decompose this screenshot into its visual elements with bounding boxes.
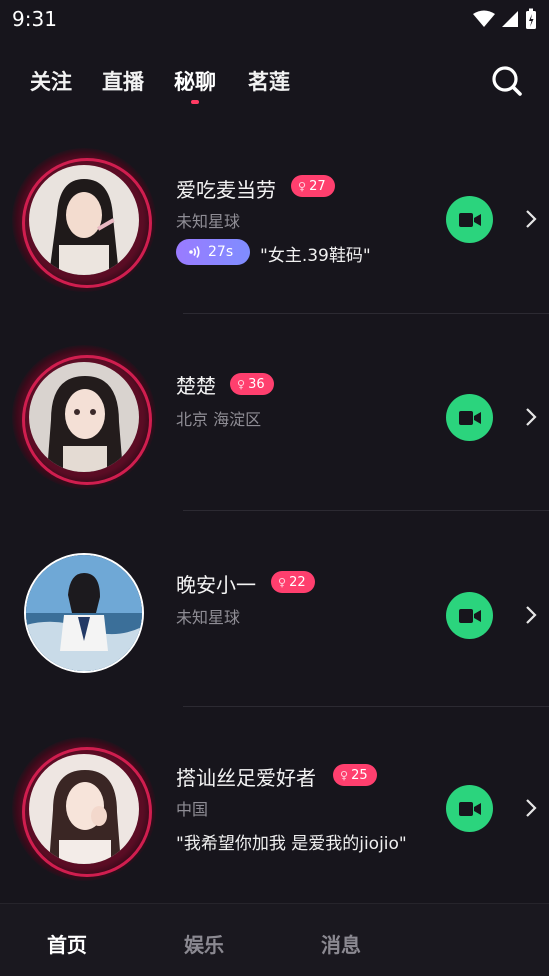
video-camera-icon [458, 608, 481, 623]
status-icons [473, 8, 537, 30]
female-symbol-icon: ♀ [340, 768, 349, 782]
voice-message-chip[interactable]: 27s [176, 239, 250, 265]
search-button[interactable] [490, 64, 524, 98]
divider [183, 313, 549, 314]
tab-follow[interactable]: 关注 [30, 66, 72, 96]
avatar[interactable] [29, 362, 139, 472]
status-bar: 9:31 [0, 0, 549, 38]
chevron-right-icon[interactable] [522, 406, 540, 428]
level-badge: ♀ 27 [291, 175, 335, 197]
avatar[interactable] [29, 165, 139, 275]
active-tab-indicator [191, 100, 199, 104]
bottom-nav-entertainment[interactable]: 娱乐 [184, 929, 224, 958]
video-call-button[interactable] [446, 785, 493, 832]
avatar-frame [12, 541, 156, 685]
bottom-nav-home[interactable]: 首页 [47, 929, 87, 958]
list-item[interactable]: 爱吃麦当劳 ♀ 27 未知星球 27s "女主.39鞋码" [0, 118, 549, 314]
signal-icon [502, 11, 518, 27]
user-name: 晚安小一 [176, 573, 256, 597]
female-symbol-icon: ♀ [298, 179, 307, 193]
chevron-right-icon[interactable] [522, 797, 540, 819]
video-camera-icon [458, 212, 481, 227]
video-call-button[interactable] [446, 196, 493, 243]
wifi-icon [473, 10, 495, 27]
search-icon [492, 66, 522, 96]
avatar[interactable] [24, 553, 144, 673]
avatar[interactable] [29, 754, 139, 864]
chevron-right-icon[interactable] [522, 208, 540, 230]
voice-wave-icon [189, 246, 200, 258]
video-call-button[interactable] [446, 394, 493, 441]
level-badge: ♀ 36 [230, 373, 274, 395]
bottom-nav-bar: 首页 娱乐 消息 [0, 903, 549, 976]
status-time: 9:31 [12, 7, 57, 31]
user-quote: "我希望你加我 是爱我的jiojio" [176, 834, 407, 854]
avatar-ring [12, 148, 156, 292]
battery-icon [526, 8, 536, 29]
user-name: 楚楚 [176, 374, 216, 398]
video-camera-icon [458, 410, 481, 425]
bottom-nav-messages[interactable]: 消息 [321, 929, 361, 958]
user-name: 搭讪丝足爱好者 [176, 766, 316, 790]
user-name: 爱吃麦当劳 [176, 178, 276, 202]
user-location: 中国 [176, 800, 209, 819]
avatar-ring [12, 737, 156, 881]
tab-private-chat[interactable]: 秘聊 [174, 66, 216, 104]
tab-mingrian[interactable]: 茗莲 [248, 66, 290, 96]
female-symbol-icon: ♀ [278, 575, 287, 589]
level-badge: ♀ 25 [333, 764, 377, 786]
female-symbol-icon: ♀ [237, 377, 246, 391]
list-item[interactable]: 搭讪丝足爱好者 ♀ 25 中国 "我希望你加我 是爱我的jiojio" [0, 707, 549, 903]
top-tab-bar: 关注 直播 秘聊 茗莲 [0, 52, 549, 108]
user-location: 未知星球 [176, 608, 241, 627]
list-item[interactable]: 晚安小一 ♀ 22 未知星球 [0, 511, 549, 707]
tab-live[interactable]: 直播 [102, 66, 144, 96]
user-location: 未知星球 [176, 212, 241, 231]
video-call-button[interactable] [446, 592, 493, 639]
chevron-right-icon[interactable] [522, 604, 540, 626]
avatar-ring [12, 345, 156, 489]
video-camera-icon [458, 801, 481, 816]
user-quote: "女主.39鞋码" [260, 246, 371, 266]
user-location: 北京 海淀区 [176, 410, 262, 429]
level-badge: ♀ 22 [271, 571, 315, 593]
list-item[interactable]: 楚楚 ♀ 36 北京 海淀区 [0, 315, 549, 511]
